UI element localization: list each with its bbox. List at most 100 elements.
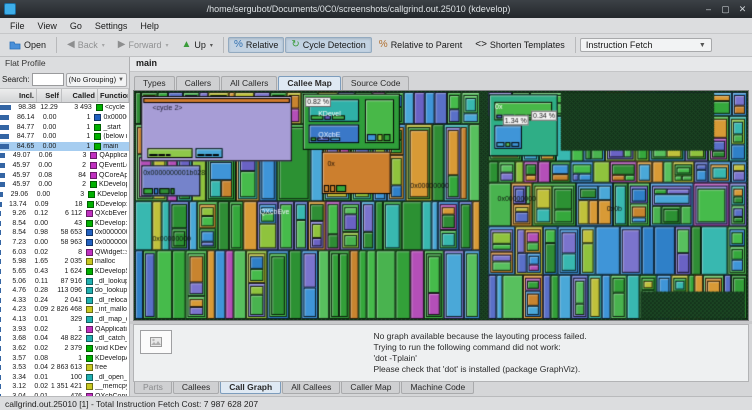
- cell: 0.00: [36, 143, 58, 150]
- menu-go[interactable]: Go: [64, 21, 88, 31]
- chevron-down-icon: ▼: [118, 77, 124, 83]
- bottom-tab-all-callees[interactable]: All Callees: [282, 382, 340, 394]
- menu-file[interactable]: File: [4, 21, 31, 31]
- table-row[interactable]: 3.530.042 863 613free: [0, 363, 129, 373]
- table-row[interactable]: 3.620.022 379void KDevelop::Plug: [0, 344, 129, 354]
- search-input[interactable]: [32, 73, 64, 86]
- callee-treemap-canvas[interactable]: [134, 91, 748, 320]
- table-row[interactable]: 4.330.242 041_dl_relocate_object: [0, 296, 129, 306]
- cell: 5.65: [2, 268, 28, 275]
- relative-to-parent-toggle[interactable]: % Relative to Parent: [373, 37, 468, 53]
- cell: 3 493: [60, 104, 94, 111]
- cell: 0.08: [32, 172, 54, 179]
- image-placeholder-icon: [150, 337, 162, 347]
- table-row[interactable]: 8.540.9858 6530x00000000003120: [0, 228, 129, 238]
- bottom-tab-machine-code[interactable]: Machine Code: [401, 382, 474, 394]
- table-row[interactable]: 3.680.0448 822_dl_catch_error: [0, 334, 129, 344]
- table-row[interactable]: 3.930.021QApplicationPrivate:: [0, 324, 129, 334]
- function-name: QCoreApplication::pr: [99, 172, 127, 179]
- column-header-called[interactable]: Called: [62, 89, 98, 102]
- column-header-self[interactable]: Self: [37, 89, 62, 102]
- table-row[interactable]: 3.120.021 351 421__memcpy_ssse3: [0, 382, 129, 392]
- cell: 98.38: [12, 104, 38, 111]
- toolbar-separator: [575, 37, 576, 53]
- function-cell: QWidget::show: [84, 249, 129, 256]
- function-name: KDevelop::PluginCon: [96, 201, 128, 208]
- menu-view[interactable]: View: [32, 21, 63, 31]
- table-row[interactable]: 86.140.0010x0000000000001650: [0, 113, 129, 123]
- tab-types[interactable]: Types: [134, 76, 175, 90]
- forward-button[interactable]: ▶ Forward▾: [112, 37, 175, 53]
- function-color-swatch: [86, 355, 93, 362]
- function-color-swatch: [86, 345, 93, 352]
- cost-bar: [0, 336, 1, 341]
- minimize-icon[interactable]: –: [703, 4, 714, 15]
- column-header-function[interactable]: Function: [98, 89, 129, 102]
- cell: 0.00: [36, 114, 58, 121]
- table-row[interactable]: 45.970.0884QCoreApplication::pr: [0, 170, 129, 180]
- bottom-tab-caller-map[interactable]: Caller Map: [341, 382, 400, 394]
- relative-toggle[interactable]: % Relative: [228, 37, 284, 53]
- table-row[interactable]: 9.260.126 112QXcbEventQueue::ev: [0, 209, 129, 219]
- cycle-detection-toggle[interactable]: ↻ Cycle Detection: [285, 37, 371, 53]
- table-row[interactable]: 29.060.003KDevelop::CorePriva: [0, 190, 129, 200]
- up-button[interactable]: ▲ Up▾: [176, 37, 219, 53]
- cell: 4.33: [2, 297, 28, 304]
- cell: 4.13: [2, 316, 28, 323]
- table-row[interactable]: 84.770.001(below main): [0, 132, 129, 142]
- table-row[interactable]: 5.060.1187 916_dl_lookup_symbol_x: [0, 276, 129, 286]
- menu-help[interactable]: Help: [134, 21, 165, 31]
- kcachegrind-window: /home/sergubot/Documents/0C0/screenshots…: [0, 0, 752, 410]
- call-graph-error-message: No graph available because the layouting…: [373, 331, 586, 375]
- table-row[interactable]: 4.760.28113 096do_lookup_x: [0, 286, 129, 296]
- cost-bar: [0, 230, 1, 235]
- menu-settings[interactable]: Settings: [89, 21, 134, 31]
- table-row[interactable]: 4.130.01329_dl_map_object_dep: [0, 315, 129, 325]
- tab-callee-map[interactable]: Callee Map: [278, 76, 340, 90]
- table-row[interactable]: 5.981.652 035malloc: [0, 257, 129, 267]
- bottom-tabbar: PartsCalleesCall GraphAll CalleesCaller …: [130, 382, 752, 396]
- function-cell: free: [84, 364, 129, 371]
- column-header-incl[interactable]: Incl.: [0, 89, 37, 102]
- table-row[interactable]: 13.740.0918KDevelop::PluginCon: [0, 199, 129, 209]
- table-row[interactable]: 7.230.0058 9630x00000000004a80: [0, 238, 129, 248]
- table-header: Incl. Self Called Function: [0, 88, 129, 103]
- back-button[interactable]: ◀ Back▾: [61, 37, 111, 53]
- table-row[interactable]: 45.970.002KDevelopApplication: [0, 180, 129, 190]
- toolbar-separator: [223, 37, 224, 53]
- table-row[interactable]: 3.340.01100_dl_open_worker: [0, 373, 129, 383]
- function-color-swatch: [90, 181, 97, 188]
- table-row[interactable]: 4.230.092 826 468_int_malloc: [0, 305, 129, 315]
- table-row[interactable]: 84.770.001_start: [0, 122, 129, 132]
- table-row[interactable]: 6.030.028QWidget::show: [0, 247, 129, 257]
- tab-source-code[interactable]: Source Code: [342, 76, 410, 90]
- table-row[interactable]: 3.570.081KDevelopApplication: [0, 353, 129, 363]
- open-button[interactable]: Open: [3, 37, 52, 53]
- cell: 0.00: [28, 220, 50, 227]
- bottom-tab-callees[interactable]: Callees: [173, 382, 219, 394]
- maximize-icon[interactable]: ▢: [720, 4, 731, 15]
- table-row[interactable]: 8.540.0043KDevelop::MainWind: [0, 219, 129, 229]
- cell: 0.09: [29, 201, 51, 208]
- status-bar: callgrind.out.25010 [1] - Total Instruct…: [0, 396, 752, 410]
- percent-icon: %: [234, 40, 243, 50]
- bottom-tab-call-graph[interactable]: Call Graph: [220, 382, 281, 394]
- bottom-tab-parts[interactable]: Parts: [134, 382, 172, 394]
- table-row[interactable]: 5.650.431 624KDevelopSessions::s: [0, 267, 129, 277]
- function-name: void KDevelop::Plug: [95, 345, 127, 352]
- grouping-combo[interactable]: (No Grouping) ▼: [66, 73, 127, 87]
- tab-all-callers[interactable]: All Callers: [221, 76, 277, 90]
- tab-callers[interactable]: Callers: [176, 76, 220, 90]
- shorten-templates-toggle[interactable]: <> Shorten Templates: [469, 37, 571, 53]
- function-table: 98.3812.293 493<cycle 42>86.140.0010x000…: [0, 103, 129, 396]
- table-row[interactable]: 98.3812.293 493<cycle 42>: [0, 103, 129, 113]
- cycle-arrows-icon: ↻: [291, 40, 299, 50]
- cell: 0.00: [36, 124, 58, 131]
- cell: 8.54: [2, 229, 28, 236]
- table-row[interactable]: 45.970.002QEventLoop::exec: [0, 161, 129, 171]
- event-type-combo[interactable]: Instruction Fetch ▼: [580, 38, 712, 52]
- table-row[interactable]: 49.070.063QApplication::exec: [0, 151, 129, 161]
- cell: 100: [50, 374, 84, 381]
- table-row[interactable]: 84.650.001main: [0, 142, 129, 152]
- close-icon[interactable]: ✕: [737, 4, 748, 15]
